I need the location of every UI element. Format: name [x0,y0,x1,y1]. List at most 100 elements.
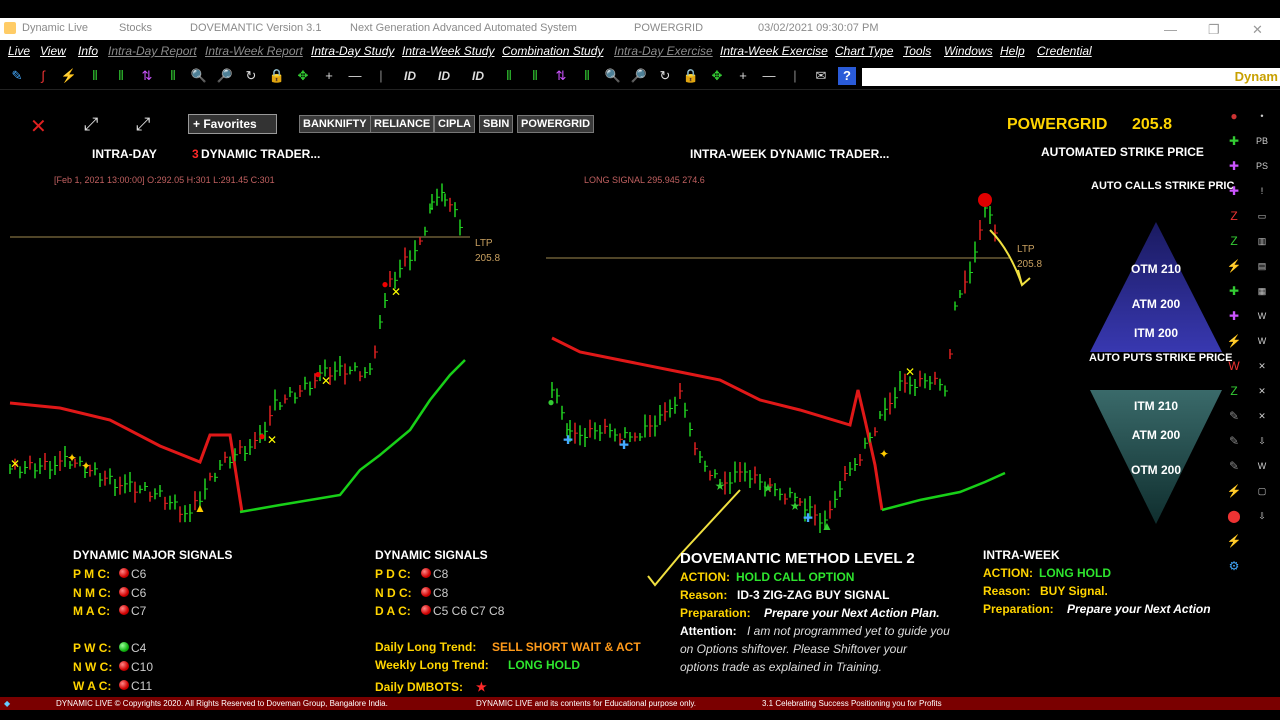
minus-icon[interactable]: — [760,67,778,85]
menu-item-intra-day-report[interactable]: Intra-Day Report [108,44,197,58]
move-icon[interactable]: ✥ [708,67,726,85]
side-panel-icon[interactable]: • [1254,108,1270,124]
side-tool-icon[interactable]: ✎ [1226,458,1242,474]
draw-icon[interactable]: ∫ [34,67,52,85]
close-icon[interactable]: ✕ [1252,22,1263,38]
favorite-symbol-powergrid[interactable]: POWERGRID [517,115,595,133]
side-panel-icon[interactable]: ✕ [1254,408,1270,424]
footer-logo-icon: ◆ [4,699,11,708]
lightning-icon[interactable]: ⚡ [60,67,78,85]
side-tool-icon[interactable]: ✎ [1226,433,1242,449]
menu-item-intra-week-study[interactable]: Intra-Week Study [402,44,494,58]
restore-icon[interactable]: ❐ [1208,22,1220,38]
side-tool-icon[interactable]: ✚ [1226,158,1242,174]
zoom-in-icon[interactable]: 🔍 [604,67,622,85]
side-tool-icon[interactable]: ⚡ [1226,333,1242,349]
side-tool-icon[interactable]: ✚ [1226,283,1242,299]
menu-item-intra-week-report[interactable]: Intra-Week Report [205,44,303,58]
id-icon[interactable]: ID [432,67,456,85]
menu-item-credential[interactable]: Credential [1037,44,1092,58]
signal-marker: ✚ [619,438,629,452]
zoom-out-icon[interactable]: 🔎 [216,67,234,85]
zoom-out-icon[interactable]: 🔎 [630,67,648,85]
side-panel-icon[interactable]: W [1254,458,1270,474]
side-panel-icon[interactable]: W [1254,308,1270,324]
favorite-symbol-sbin[interactable]: SBIN [479,115,514,133]
side-panel-icon[interactable]: ▤ [1254,258,1270,274]
side-panel-icon[interactable]: ▭ [1254,208,1270,224]
menu-item-info[interactable]: Info [78,44,98,58]
help-icon[interactable]: ? [838,67,856,85]
side-tool-icon[interactable]: ⚙ [1226,558,1242,574]
side-tool-icon[interactable]: ⬤ [1226,508,1242,524]
side-panel-icon[interactable]: PB [1254,133,1270,149]
move-icon[interactable]: ✥ [294,67,312,85]
menu-item-intra-day-exercise[interactable]: Intra-Day Exercise [614,44,713,58]
menu-item-view[interactable]: View [40,44,66,58]
side-panel-icon[interactable]: ⇩ [1254,508,1270,524]
side-tool-icon[interactable]: W [1226,358,1242,374]
side-tool-icon[interactable]: ✚ [1226,133,1242,149]
side-tool-icon[interactable]: ✎ [1226,408,1242,424]
lock-icon[interactable]: 🔒 [268,67,286,85]
close-chart-icon[interactable]: ✕ [30,114,47,139]
auto-puts-title: AUTO PUTS STRIKE PRICE [1089,352,1233,364]
menu-item-windows[interactable]: Windows [944,44,993,58]
side-tool-icon[interactable]: Z [1226,383,1242,399]
menu-item-intra-day-study[interactable]: Intra-Day Study [311,44,394,58]
signal-value: C6 [131,586,147,600]
side-panel-icon[interactable]: W [1254,333,1270,349]
bar-icon[interactable]: ⫴ [526,67,544,85]
bar-icon[interactable]: ⫴ [578,67,596,85]
side-panel-icon[interactable]: ✕ [1254,358,1270,374]
side-tool-icon[interactable]: ⚡ [1226,483,1242,499]
favorite-symbol-cipla[interactable]: CIPLA [434,115,475,133]
shrink-icon[interactable]: ⤢ [136,114,150,135]
side-tool-icon[interactable]: Z [1226,233,1242,249]
minus-icon[interactable]: — [346,67,364,85]
expand-icon[interactable]: ⤢ [84,114,98,135]
side-panel-icon[interactable]: ▥ [1254,233,1270,249]
bar-icon[interactable]: ⫴ [164,67,182,85]
menu-item-help[interactable]: Help [1000,44,1025,58]
minimize-icon[interactable]: — [1164,22,1177,37]
menu-item-chart-type[interactable]: Chart Type [835,44,893,58]
favorites-button[interactable]: + Favorites [188,114,277,134]
side-panel-icon[interactable]: ▢ [1254,483,1270,499]
bar-icon[interactable]: ⫴ [500,67,518,85]
menu-item-tools[interactable]: Tools [903,44,931,58]
arrows-icon[interactable]: ⇅ [138,67,156,85]
side-panel-icon[interactable]: PS [1254,158,1270,174]
side-tool-icon[interactable]: ● [1226,108,1242,124]
bar-icon[interactable]: ⫴ [86,67,104,85]
refresh-icon[interactable]: ↻ [656,67,674,85]
side-tool-icon[interactable]: ⚡ [1226,533,1242,549]
lock-icon[interactable]: 🔒 [682,67,700,85]
plus-icon[interactable]: + [734,67,752,85]
refresh-icon[interactable]: ↻ [242,67,260,85]
menu-item-combination-study[interactable]: Combination Study [502,44,603,58]
id-icon[interactable]: ID [398,67,422,85]
menu-item-intra-week-exercise[interactable]: Intra-Week Exercise [720,44,828,58]
side-tool-icon[interactable]: ✚ [1226,183,1242,199]
side-panel-icon[interactable]: ! [1254,183,1270,199]
major-signals-title: DYNAMIC MAJOR SIGNALS [73,548,233,562]
menu-item-live[interactable]: Live [8,44,30,58]
side-tool-icon[interactable]: ⚡ [1226,258,1242,274]
side-panel-icon[interactable]: ⇩ [1254,433,1270,449]
bar-icon[interactable]: ⫴ [112,67,130,85]
red-status-icon [119,605,129,615]
pen-icon[interactable]: ✎ [8,67,26,85]
side-panel-icon[interactable]: ✕ [1254,383,1270,399]
side-tool-icon[interactable]: ✚ [1226,308,1242,324]
id-icon[interactable]: ID [466,67,490,85]
favorite-symbol-reliance[interactable]: RELIANCE [370,115,435,133]
arrows-icon[interactable]: ⇅ [552,67,570,85]
side-tool-icon[interactable]: Z [1226,208,1242,224]
zoom-in-icon[interactable]: 🔍 [190,67,208,85]
mail-icon[interactable]: ✉ [812,67,830,85]
side-panel-icon[interactable]: ▦ [1254,283,1270,299]
signal-marker: ✕ [391,285,401,299]
favorite-symbol-banknifty[interactable]: BANKNIFTY [299,115,371,133]
plus-icon[interactable]: + [320,67,338,85]
